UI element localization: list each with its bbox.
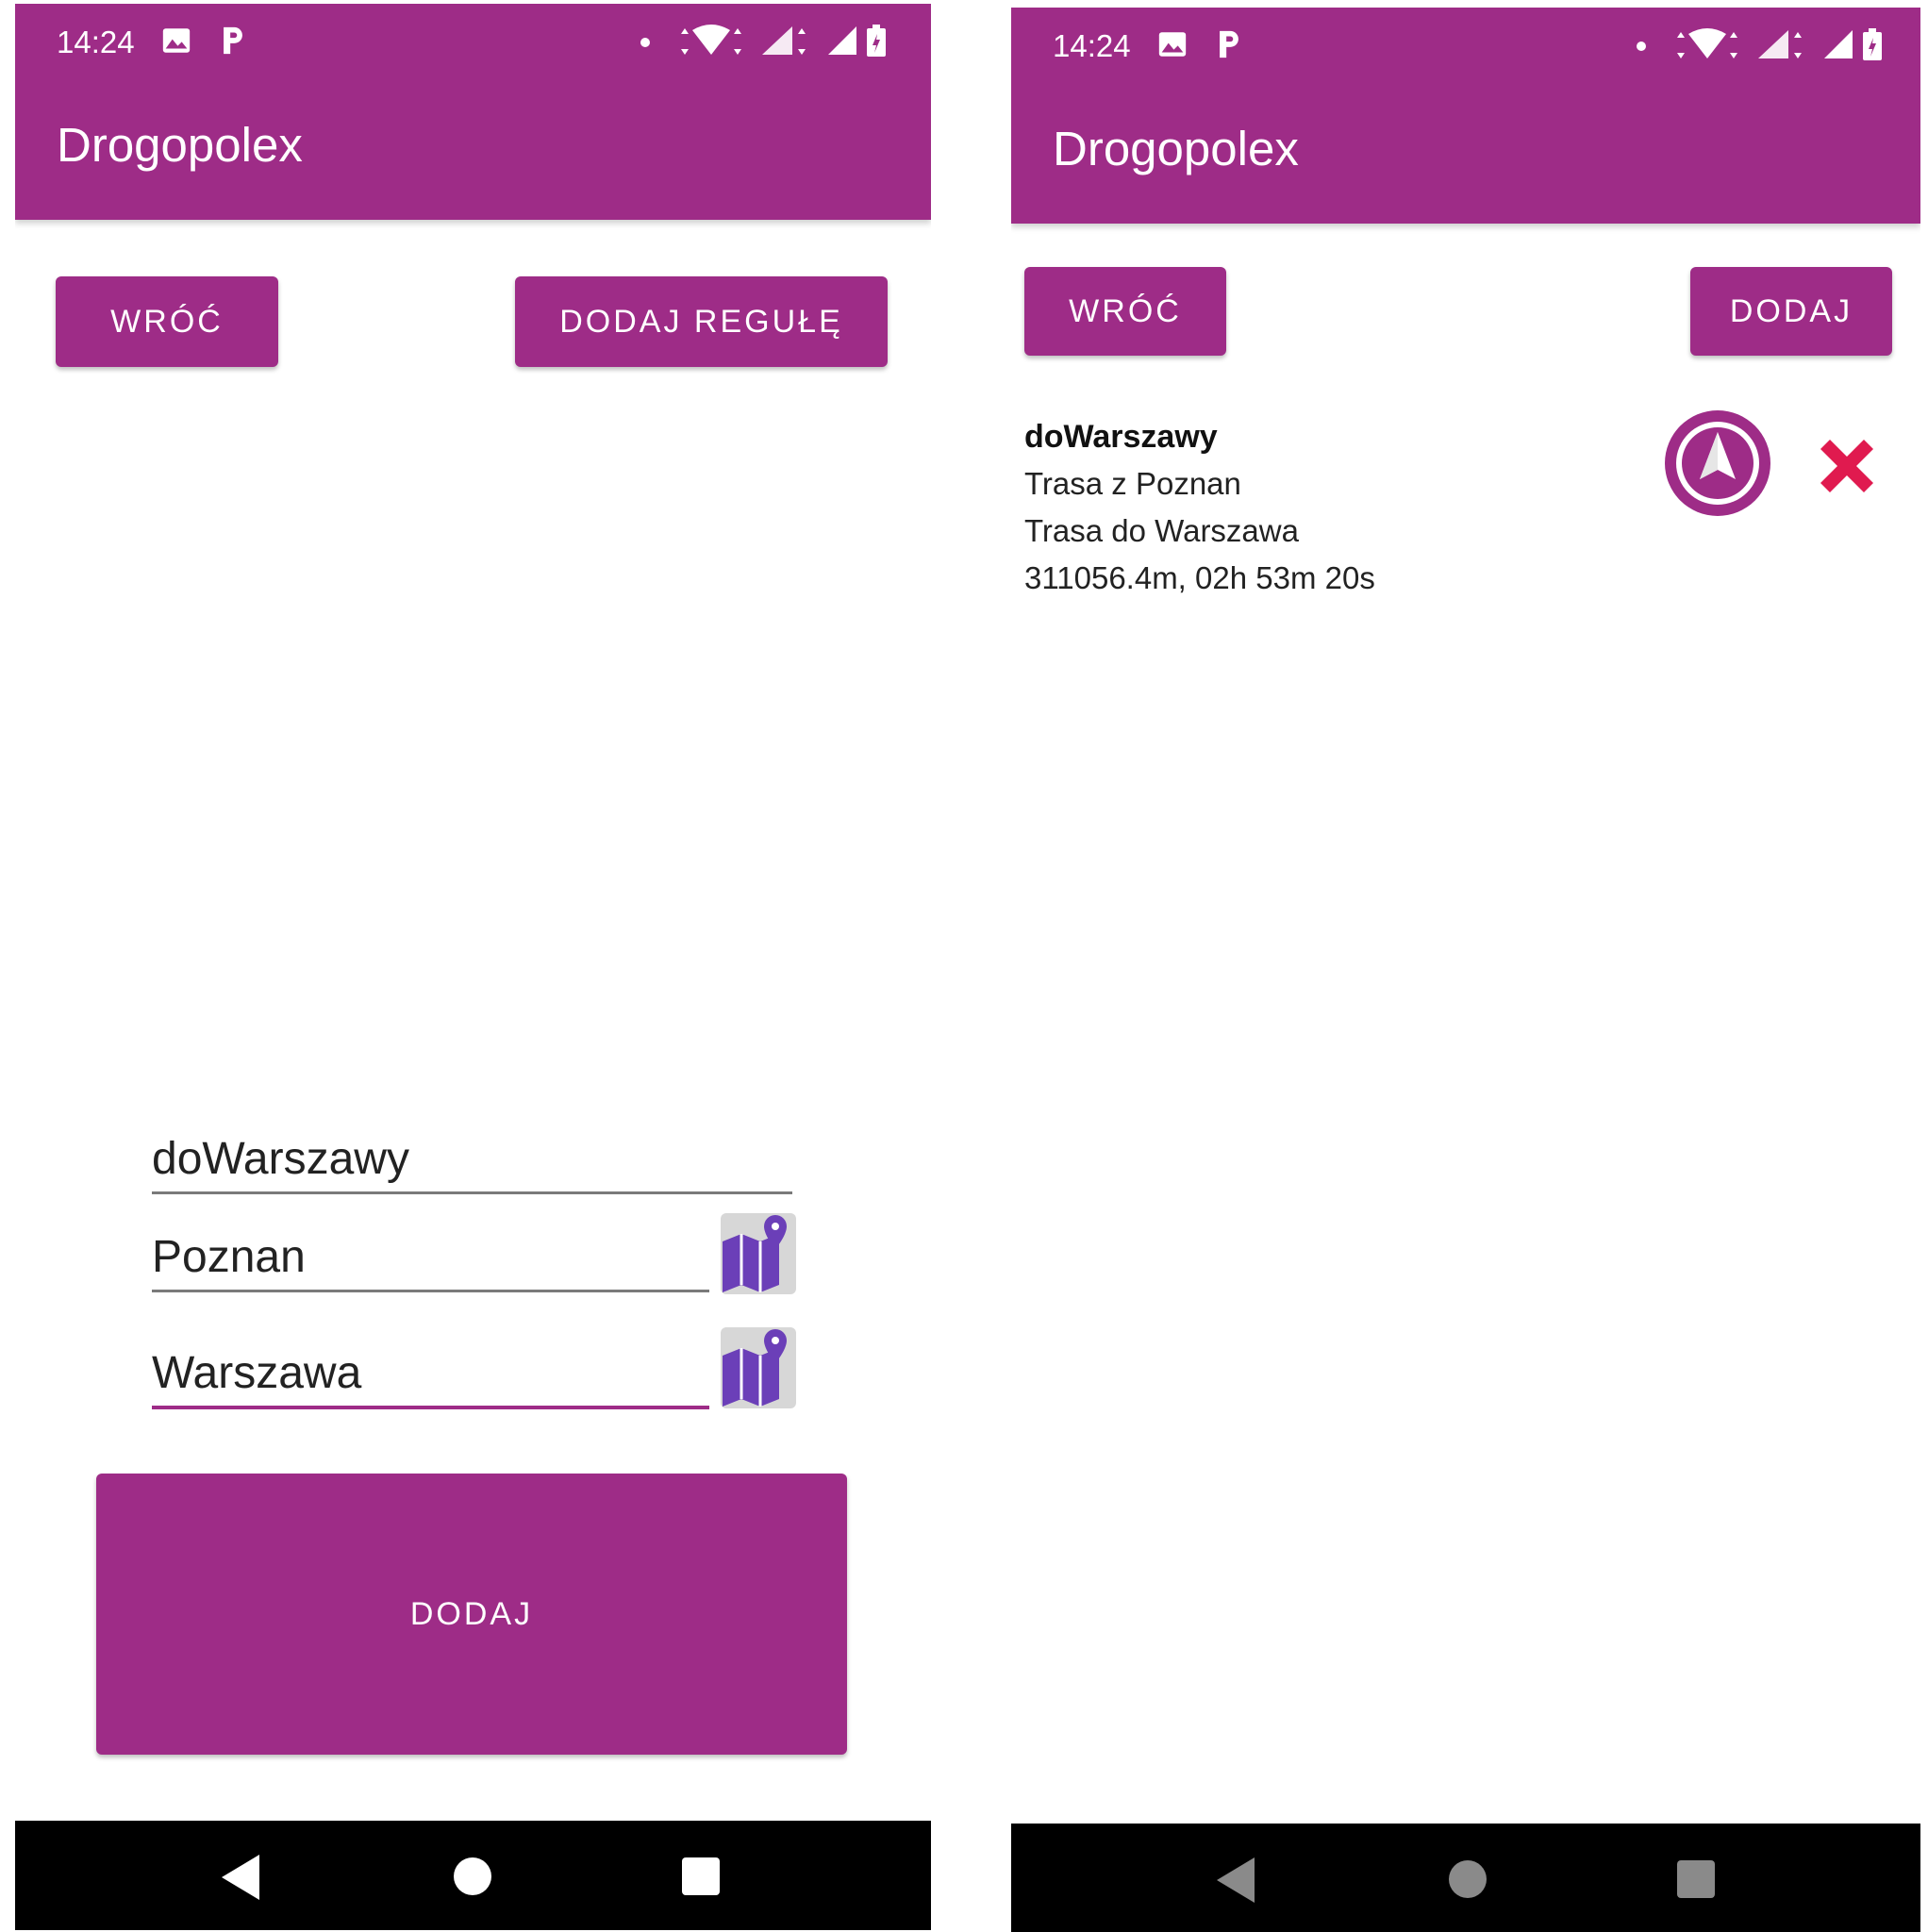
signal-icon	[826, 25, 858, 63]
image-icon	[160, 25, 192, 61]
recents-nav-icon[interactable]	[682, 1857, 720, 1895]
navigation-bar	[1011, 1824, 1920, 1932]
destination-input[interactable]	[152, 1343, 708, 1402]
battery-icon	[1862, 28, 1883, 67]
add-rule-button[interactable]: DODAJ REGUŁĘ	[515, 276, 888, 367]
start-location-input[interactable]	[152, 1227, 708, 1286]
route-list-screen: 14:24 Drogopolex WRÓĆ DODAJ doWarszawy T…	[1011, 8, 1920, 1932]
app-title: Drogopolex	[57, 118, 303, 172]
parking-icon	[1215, 28, 1243, 65]
signal-icon	[1822, 28, 1854, 67]
back-button[interactable]: WRÓĆ	[56, 276, 278, 367]
recents-nav-icon[interactable]	[1677, 1860, 1715, 1898]
signal-icon	[1756, 28, 1809, 67]
dot-icon	[1636, 40, 1647, 57]
status-time: 14:24	[57, 25, 135, 59]
route-name-input[interactable]	[152, 1129, 793, 1188]
pick-destination-map-button[interactable]	[721, 1327, 796, 1408]
home-nav-icon[interactable]	[454, 1857, 491, 1895]
add-route-button[interactable]: DODAJ	[1690, 267, 1892, 356]
back-button[interactable]: WRÓĆ	[1024, 267, 1226, 356]
route-to: Trasa do Warszawa	[1024, 513, 1299, 548]
close-icon	[1820, 440, 1873, 492]
back-nav-icon[interactable]	[222, 1855, 259, 1900]
status-bar: 14:24	[15, 4, 931, 79]
add-route-screen: 14:24 Drogopolex WRÓĆ DODAJ REGUŁĘ doWar…	[15, 4, 931, 1932]
app-title: Drogopolex	[1053, 122, 1299, 175]
start-location-underline	[152, 1290, 709, 1292]
status-time: 14:24	[1053, 28, 1131, 63]
status-bar: 14:24	[1011, 8, 1920, 83]
navigate-route-button[interactable]	[1662, 408, 1773, 524]
route-stats: 311056.4m, 02h 53m 20s	[1024, 560, 1375, 595]
wifi-icon	[1671, 28, 1747, 67]
app-bar: 14:24 Drogopolex	[15, 4, 931, 220]
route-name-underline	[152, 1191, 792, 1194]
delete-route-button[interactable]	[1809, 428, 1885, 508]
app-bar: 14:24 Drogopolex	[1011, 8, 1920, 224]
back-nav-icon[interactable]	[1217, 1857, 1255, 1903]
navigation-icon	[1665, 410, 1770, 516]
pick-start-map-button[interactable]	[721, 1213, 796, 1294]
destination-underline	[152, 1406, 709, 1409]
submit-add-button[interactable]: DODAJ	[96, 1474, 847, 1755]
navigation-bar	[15, 1821, 931, 1930]
battery-icon	[866, 25, 887, 63]
image-icon	[1156, 28, 1188, 65]
dot-icon	[640, 36, 651, 53]
home-nav-icon[interactable]	[1449, 1860, 1487, 1898]
wifi-icon	[675, 25, 751, 63]
map-pin-icon	[723, 1215, 787, 1292]
map-pin-icon	[723, 1329, 787, 1407]
route-list-item[interactable]: doWarszawy Trasa z Poznan Trasa do Warsz…	[1024, 413, 1666, 602]
parking-icon	[219, 25, 247, 61]
route-name: doWarszawy	[1024, 419, 1218, 455]
route-from: Trasa z Poznan	[1024, 466, 1241, 501]
signal-icon	[760, 25, 813, 63]
